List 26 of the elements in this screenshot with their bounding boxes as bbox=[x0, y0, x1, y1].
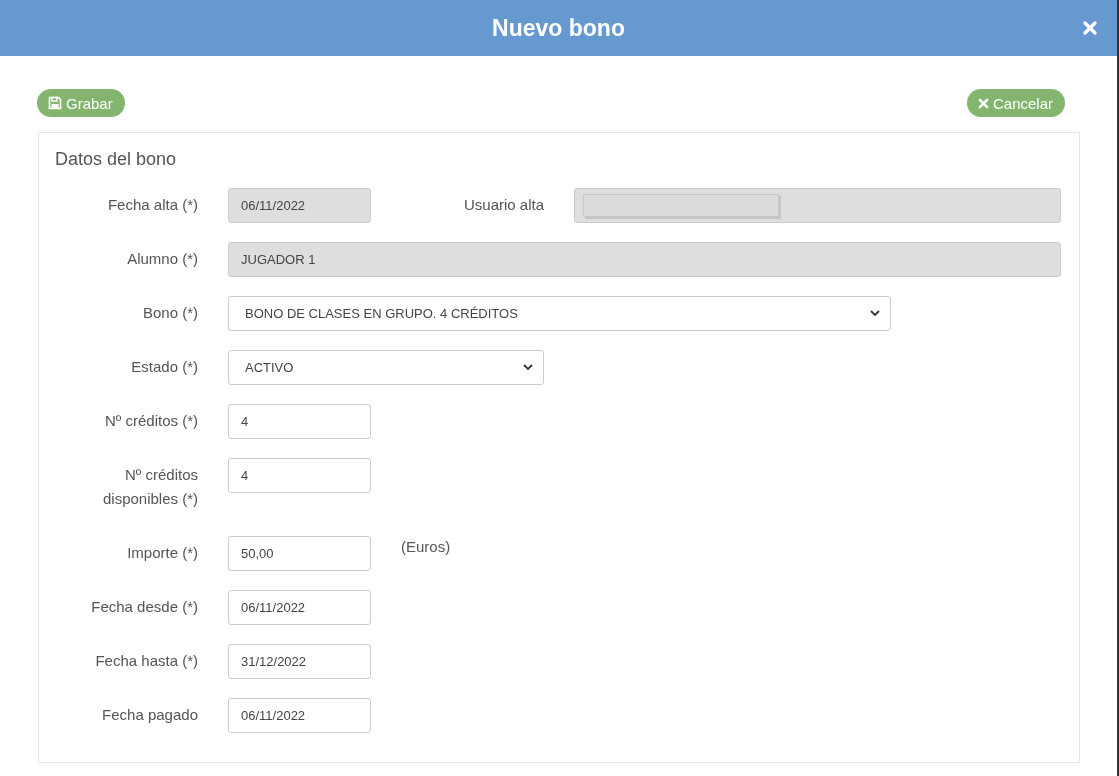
input-field[interactable]: 4 bbox=[228, 404, 371, 439]
input-field[interactable]: 06/11/2022 bbox=[228, 698, 371, 733]
section-title: Datos del bono bbox=[55, 149, 178, 170]
field-label: Nº créditos (*) bbox=[104, 411, 198, 431]
field-label: Estado (*) bbox=[130, 357, 198, 377]
select-field[interactable]: BONO DE CLASES EN GRUPO. 4 CRÉDITOS bbox=[228, 296, 891, 331]
close-icon bbox=[977, 97, 989, 109]
field-label: Usuario alta bbox=[462, 195, 544, 215]
field-label: Fecha alta (*) bbox=[106, 195, 198, 215]
input-field[interactable]: 50,00 bbox=[228, 536, 371, 571]
close-icon[interactable] bbox=[1082, 20, 1098, 36]
input-field[interactable]: 06/11/2022 bbox=[228, 590, 371, 625]
field-label: Fecha hasta (*) bbox=[94, 651, 198, 671]
field-label: Fecha pagado bbox=[101, 705, 198, 725]
field-label: Alumno (*) bbox=[126, 249, 198, 269]
input-field[interactable]: 31/12/2022 bbox=[228, 644, 371, 679]
input-field[interactable]: 4 bbox=[228, 458, 371, 493]
field-label: Nº créditos disponibles (*) bbox=[101, 465, 198, 509]
select-field[interactable]: ACTIVO bbox=[228, 350, 544, 385]
chevron-down-icon bbox=[523, 364, 533, 371]
chevron-down-icon bbox=[870, 310, 880, 317]
field-label: Importe (*) bbox=[126, 543, 198, 563]
field-label: Fecha desde (*) bbox=[90, 597, 198, 617]
dialog-title: Nuevo bono bbox=[492, 14, 625, 42]
field-label: Bono (*) bbox=[141, 303, 198, 323]
unit-label: (Euros) bbox=[401, 537, 451, 555]
